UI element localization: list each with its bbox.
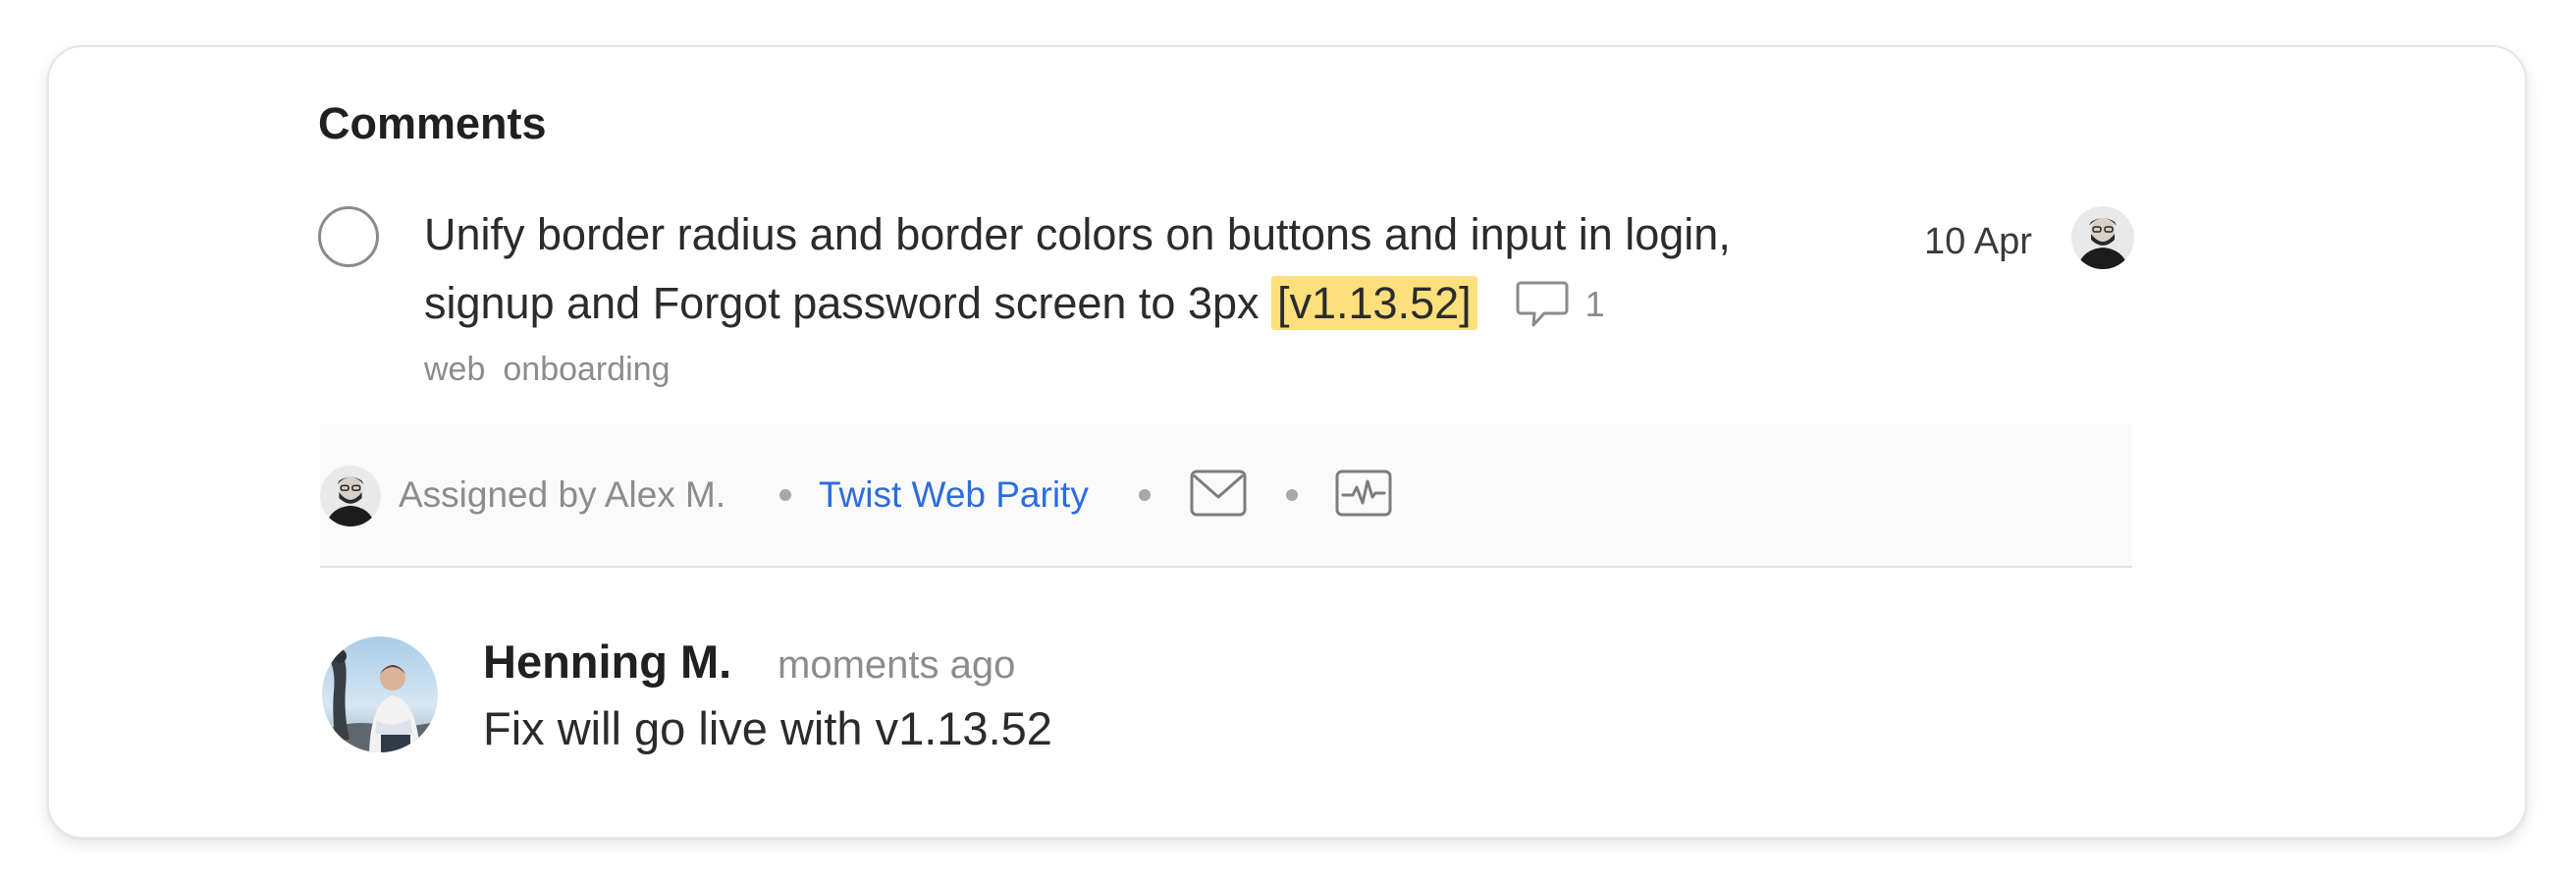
comment-author[interactable]: Henning M. bbox=[483, 635, 731, 690]
assignee-avatar[interactable] bbox=[2071, 206, 2134, 269]
comment-bubble-icon bbox=[1515, 279, 1570, 330]
task-title-line-2-text: signup and Forgot password screen to 3px bbox=[424, 278, 1271, 328]
separator-dot bbox=[779, 489, 791, 501]
label-web[interactable]: web bbox=[424, 351, 485, 388]
task-meta-bar: Assigned by Alex M. Twist Web Parity bbox=[320, 424, 2132, 568]
comment-count-button[interactable]: 1 bbox=[1515, 279, 1605, 330]
task-title-line-2: signup and Forgot password screen to 3px… bbox=[424, 269, 1916, 338]
task-title-line-1: Unify border radius and border colors on… bbox=[424, 209, 1731, 259]
section-title: Comments bbox=[318, 98, 547, 148]
activity-icon[interactable] bbox=[1335, 468, 1392, 519]
assigned-by-text: Assigned by Alex M. bbox=[399, 474, 726, 515]
task-due-date[interactable]: 10 Apr bbox=[1924, 218, 2032, 265]
comment-timestamp: moments ago bbox=[778, 643, 1016, 687]
project-link[interactable]: Twist Web Parity bbox=[819, 473, 1089, 517]
commenter-avatar[interactable] bbox=[322, 636, 438, 752]
task-complete-checkbox[interactable] bbox=[318, 206, 379, 267]
mail-icon[interactable] bbox=[1190, 468, 1247, 519]
separator-dot bbox=[1139, 489, 1151, 501]
task-labels: web onboarding bbox=[424, 348, 688, 391]
version-tag: [v1.13.52] bbox=[1271, 276, 1477, 330]
label-onboarding[interactable]: onboarding bbox=[503, 351, 670, 388]
separator-dot bbox=[1286, 489, 1298, 501]
comment-text: Fix will go live with v1.13.52 bbox=[483, 702, 1052, 754]
assigner-avatar bbox=[320, 466, 381, 526]
task-content[interactable]: Unify border radius and border colors on… bbox=[424, 200, 1916, 338]
comment-count: 1 bbox=[1584, 284, 1605, 325]
